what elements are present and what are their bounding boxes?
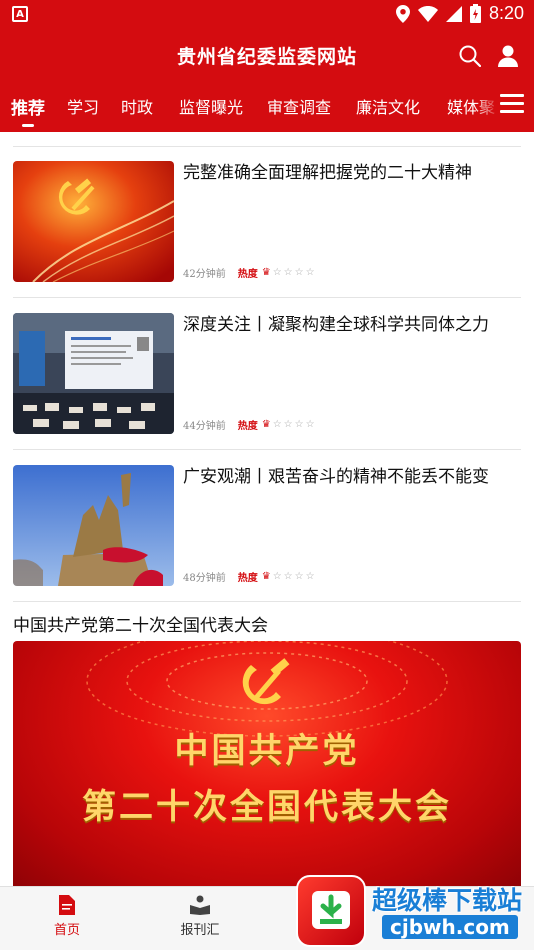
hot-label: 热度 [237, 573, 258, 584]
nav-home-label: 首页 [53, 923, 80, 938]
battery-icon [469, 4, 481, 23]
page-title: 贵州省纪委监委网站 [176, 46, 357, 68]
notification-icon: A [12, 6, 28, 22]
user-button[interactable] [494, 42, 522, 70]
watermark-url: cjbwh.com [382, 915, 518, 939]
tab-investigation[interactable]: 审查调查 [267, 94, 331, 118]
congress-banner[interactable]: 中国共产党 第二十次全国代表大会 [13, 641, 521, 891]
search-button[interactable] [456, 42, 484, 70]
watermark: 超级棒下载站 cjbwh.com [296, 875, 534, 950]
hot-rating: ♛ ☆ ☆ ☆ ☆ [261, 266, 315, 278]
status-icons: 8:20 [395, 3, 524, 24]
hot-rating: ♛ ☆ ☆ ☆ ☆ [261, 570, 315, 582]
news-time: 44分钟前 [183, 421, 226, 432]
star-icon: ☆ [283, 570, 293, 582]
news-meta: 42分钟前 热度 ♛ ☆ ☆ ☆ ☆ [183, 265, 315, 280]
star-icon: ☆ [305, 266, 315, 278]
tab-integrity-culture[interactable]: 廉洁文化 [356, 94, 420, 118]
divider [13, 601, 521, 602]
banner-line-2: 第二十次全国代表大会 [82, 787, 452, 827]
hot-label: 热度 [237, 421, 258, 432]
news-time: 48分钟前 [183, 573, 226, 584]
divider [13, 449, 521, 450]
hot-label: 热度 [237, 269, 258, 280]
star-icon: ☆ [272, 266, 282, 278]
nav-home[interactable]: 首页 [32, 895, 102, 938]
news-thumbnail [13, 161, 174, 282]
reading-icon [190, 895, 210, 915]
search-icon [459, 45, 481, 67]
nav-newspaper[interactable]: 报刊汇 [165, 895, 235, 938]
tab-politics[interactable]: 时政 [121, 94, 153, 118]
location-icon [395, 4, 410, 23]
news-thumbnail [13, 465, 174, 586]
divider [13, 146, 521, 147]
hamburger-icon [500, 94, 524, 113]
banner-line-1: 中国共产党 [174, 731, 360, 771]
clock: 8:20 [488, 3, 524, 23]
nav-newspaper-label: 报刊汇 [180, 923, 220, 938]
crown-icon: ♛ [261, 570, 271, 582]
star-icon: ☆ [283, 266, 293, 278]
user-icon [498, 45, 518, 67]
star-icon: ☆ [305, 570, 315, 582]
star-icon: ☆ [294, 418, 304, 430]
watermark-text: 超级棒下载站 [372, 886, 523, 915]
status-bar: A 8:20 [0, 0, 534, 30]
tab-study[interactable]: 学习 [67, 94, 99, 118]
divider [13, 297, 521, 298]
news-title: 广安观潮丨艰苦奋斗的精神不能丢不能变 [183, 467, 489, 487]
tab-supervision[interactable]: 监督曝光 [179, 94, 243, 118]
active-tab-indicator [22, 124, 34, 127]
section-title: 中国共产党第二十次全国代表大会 [13, 616, 268, 636]
star-icon: ☆ [283, 418, 293, 430]
crown-icon: ♛ [261, 418, 271, 430]
star-icon: ☆ [305, 418, 315, 430]
news-title: 深度关注丨凝聚构建全球科学共同体之力 [183, 315, 489, 335]
menu-button[interactable] [500, 94, 524, 116]
star-icon: ☆ [272, 570, 282, 582]
news-time: 42分钟前 [183, 269, 226, 280]
news-meta: 48分钟前 热度 ♛ ☆ ☆ ☆ ☆ [183, 569, 315, 584]
hot-rating: ♛ ☆ ☆ ☆ ☆ [261, 418, 315, 430]
wifi-icon [417, 5, 438, 22]
news-item[interactable]: 深度关注丨凝聚构建全球科学共同体之力 44分钟前 热度 ♛ ☆ ☆ ☆ ☆ [13, 313, 521, 435]
star-icon: ☆ [294, 570, 304, 582]
signal-icon [445, 5, 462, 22]
news-thumbnail [13, 313, 174, 434]
party-emblem-icon [242, 658, 290, 705]
star-icon: ☆ [272, 418, 282, 430]
news-item[interactable]: 完整准确全面理解把握党的二十大精神 42分钟前 热度 ♛ ☆ ☆ ☆ ☆ [13, 161, 521, 283]
news-item[interactable]: 广安观潮丨艰苦奋斗的精神不能丢不能变 48分钟前 热度 ♛ ☆ ☆ ☆ ☆ [13, 465, 521, 587]
star-icon: ☆ [294, 266, 304, 278]
tab-recommend[interactable]: 推荐 [11, 94, 45, 119]
news-meta: 44分钟前 热度 ♛ ☆ ☆ ☆ ☆ [183, 417, 315, 432]
news-title: 完整准确全面理解把握党的二十大精神 [183, 163, 472, 183]
category-tabs: 推荐 学习 时政 监督曝光 审查调查 廉洁文化 媒体聚 [0, 80, 534, 132]
home-doc-icon [59, 895, 75, 915]
crown-icon: ♛ [261, 266, 271, 278]
app-header: 贵州省纪委监委网站 [0, 30, 534, 80]
watermark-logo-icon [296, 875, 366, 947]
